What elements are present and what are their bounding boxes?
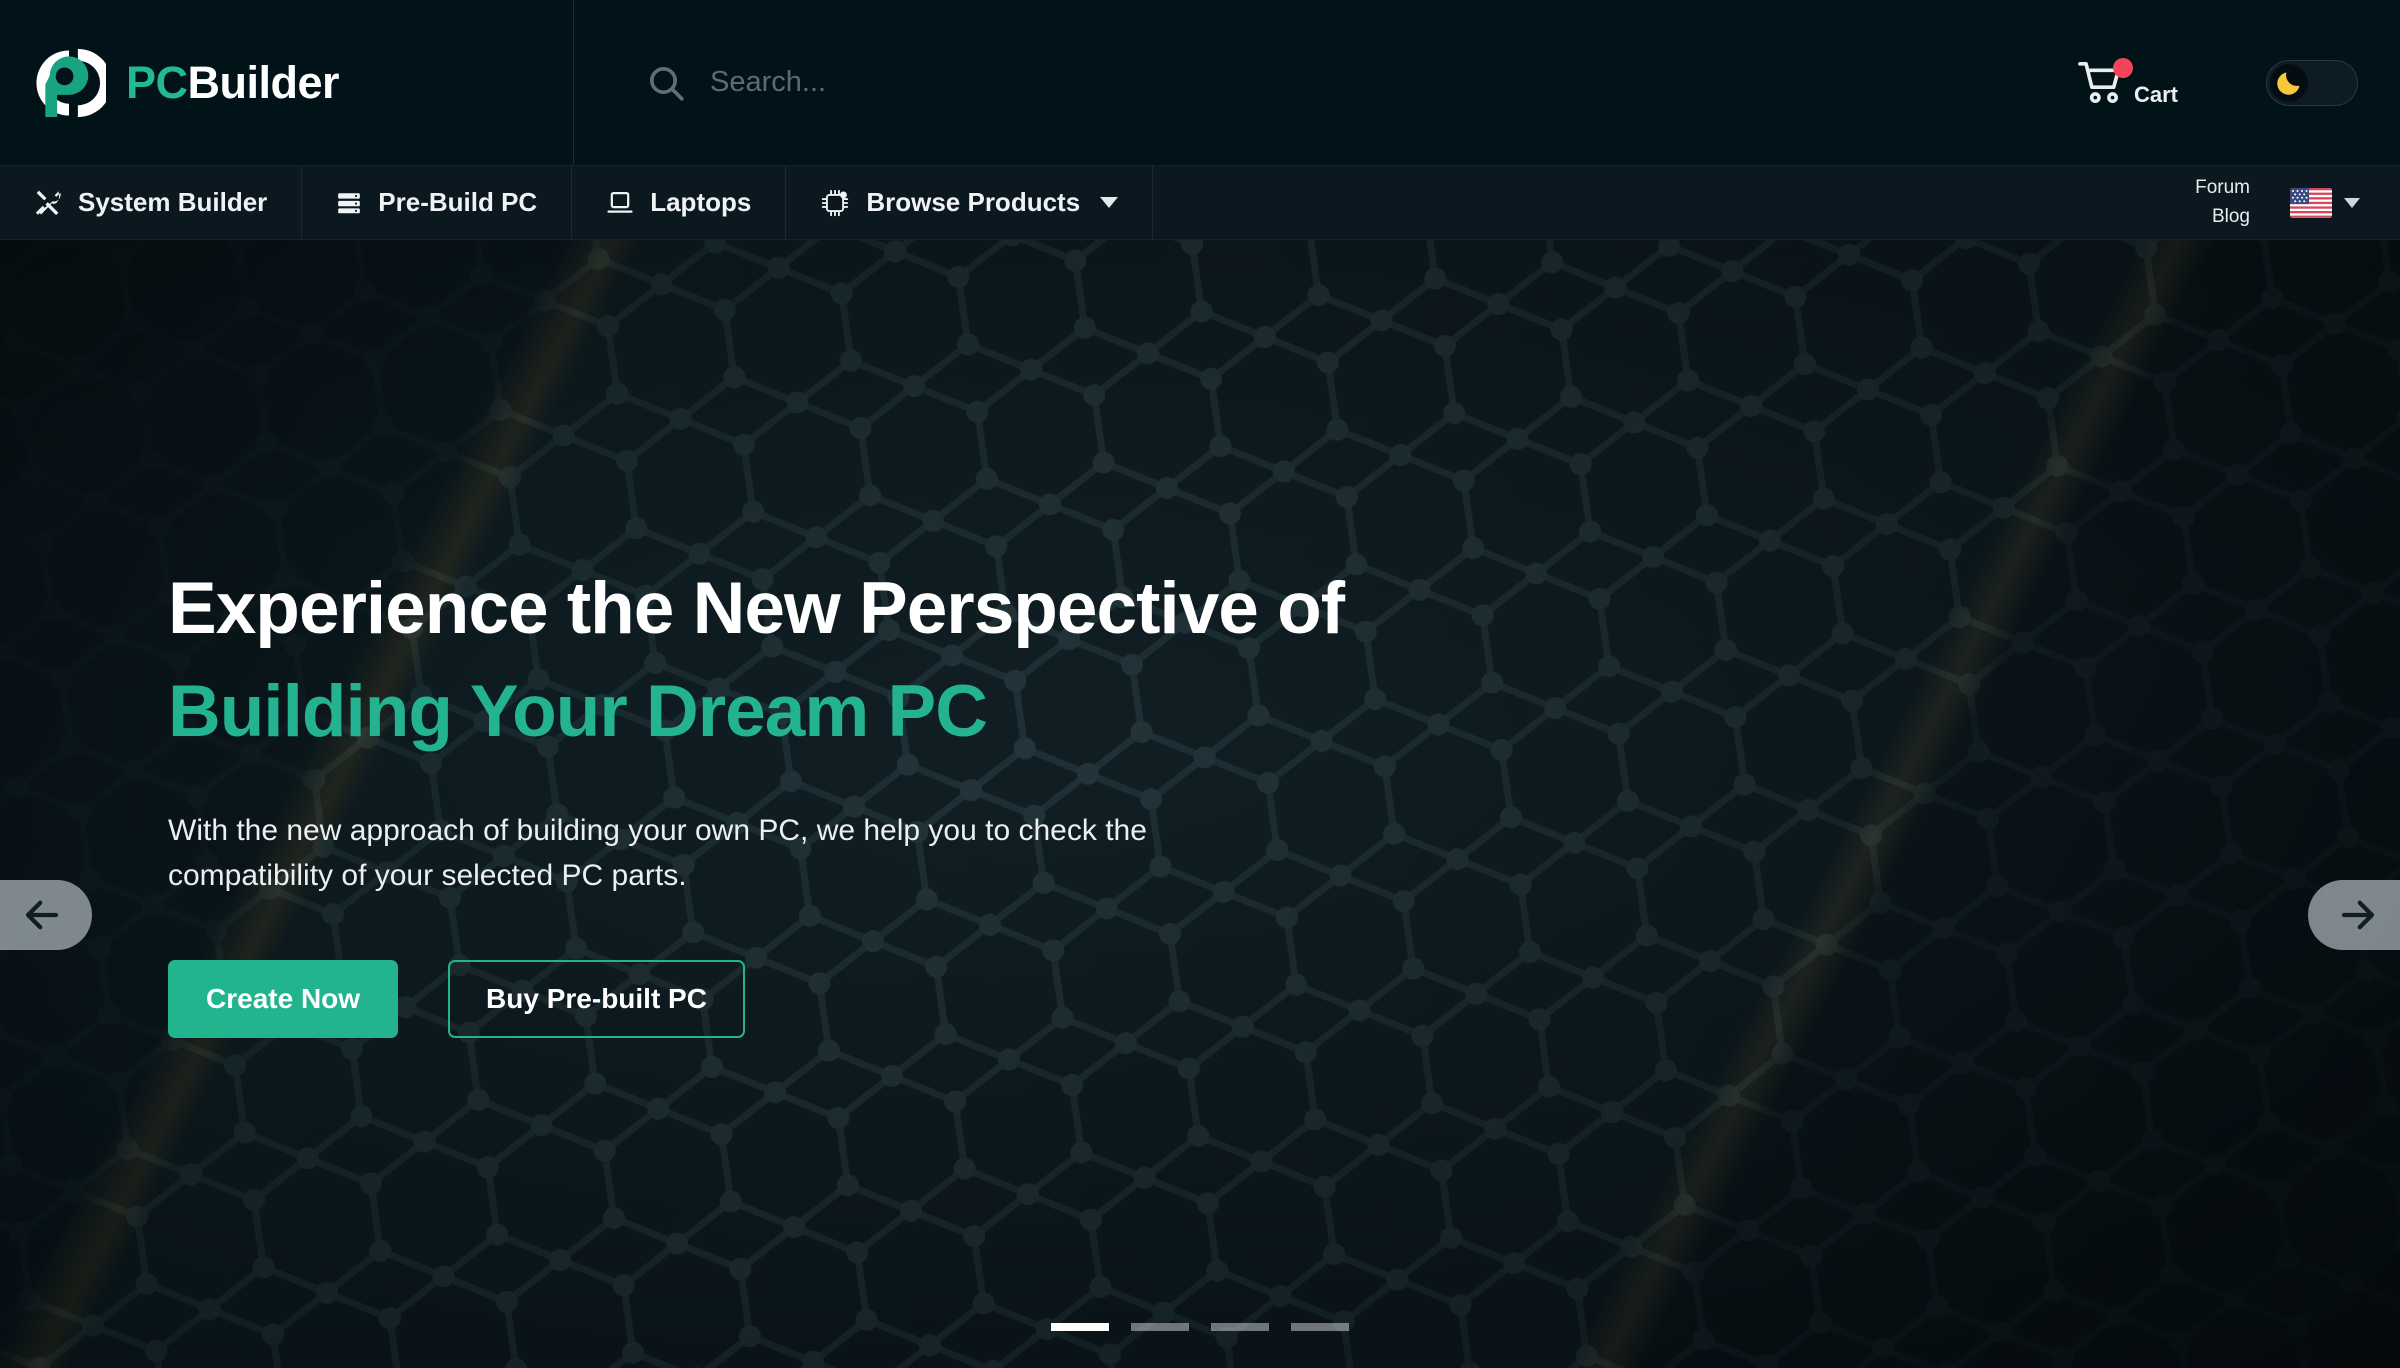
brand-title: PCBuilder xyxy=(126,57,340,108)
dark-mode-toggle[interactable] xyxy=(2266,59,2358,106)
arrow-right-icon xyxy=(2341,900,2375,930)
search-input[interactable] xyxy=(710,66,1450,99)
nav-item-browse-products[interactable]: Browse Products xyxy=(786,166,1154,239)
carousel-prev-button[interactable] xyxy=(0,880,92,950)
nav-label-laptops: Laptops xyxy=(650,187,752,217)
nav-label-browse-products: Browse Products xyxy=(866,187,1081,217)
pcbuilder-logo-icon xyxy=(32,46,112,120)
search-icon xyxy=(646,63,686,103)
hero-heading-line2: Building Your Dream PC xyxy=(168,671,988,752)
cart-badge xyxy=(2112,57,2133,78)
hero-content: Experience the New Perspective of Buildi… xyxy=(168,240,1345,1368)
secondary-links: Forum Blog xyxy=(2195,177,2250,228)
hero-actions: Create Now Buy Pre-built PC xyxy=(168,960,1344,1039)
nav-item-system-builder[interactable]: System Builder xyxy=(0,166,303,239)
toggle-knob xyxy=(2270,63,2308,102)
language-selector[interactable] xyxy=(2290,187,2360,218)
nav-label-pre-build-pc: Pre-Build PC xyxy=(378,187,538,217)
hero-carousel: Experience the New Perspective of Buildi… xyxy=(0,240,2400,1368)
logo-area[interactable]: PCBuilder xyxy=(0,0,574,166)
chevron-down-icon xyxy=(2344,197,2360,208)
carousel-indicator[interactable] xyxy=(1211,1323,1269,1331)
cpu-chip-icon xyxy=(820,188,850,218)
carousel-indicator[interactable] xyxy=(1051,1323,1109,1331)
hero-heading-line1: Experience the New Perspective of xyxy=(168,567,1345,649)
cart-icon xyxy=(2076,57,2133,106)
header-actions: Cart xyxy=(2076,57,2400,107)
nav-label-system-builder: System Builder xyxy=(78,187,268,217)
nav-secondary: Forum Blog xyxy=(2195,166,2400,239)
carousel-indicators xyxy=(0,1323,2400,1331)
tools-icon xyxy=(34,189,62,217)
brand-pc: PC xyxy=(126,57,188,108)
hero-subtext: With the new approach of building your o… xyxy=(168,814,1147,893)
us-flag-icon xyxy=(2290,187,2332,218)
arrow-left-icon xyxy=(25,900,59,930)
carousel-next-button[interactable] xyxy=(2308,880,2400,950)
cart-label: Cart xyxy=(2133,81,2178,107)
laptop-icon xyxy=(606,189,634,217)
server-icon xyxy=(336,190,362,216)
chevron-down-icon xyxy=(1100,197,1119,208)
create-now-button[interactable]: Create Now xyxy=(168,960,399,1039)
main-navigation: System Builder Pre-Build PC Laptops Brow… xyxy=(0,166,2400,240)
carousel-indicator[interactable] xyxy=(1291,1323,1349,1331)
carousel-indicator[interactable] xyxy=(1131,1323,1189,1331)
nav-item-laptops[interactable]: Laptops xyxy=(572,166,787,239)
page-root: PCBuilder Search... Cart System Builder … xyxy=(0,0,2400,1368)
nav-link-blog[interactable]: Blog xyxy=(2212,206,2250,228)
nav-item-pre-build-pc[interactable]: Pre-Build PC xyxy=(302,166,573,239)
cart-button[interactable]: Cart xyxy=(2076,57,2178,107)
top-header-bar: PCBuilder Search... Cart xyxy=(0,0,2400,166)
buy-prebuilt-pc-button[interactable]: Buy Pre-built PC xyxy=(448,960,745,1039)
nav-link-forum[interactable]: Forum xyxy=(2195,177,2250,199)
brand-builder: Builder xyxy=(187,57,340,108)
moon-icon xyxy=(2277,72,2300,95)
search-area xyxy=(574,0,2076,166)
